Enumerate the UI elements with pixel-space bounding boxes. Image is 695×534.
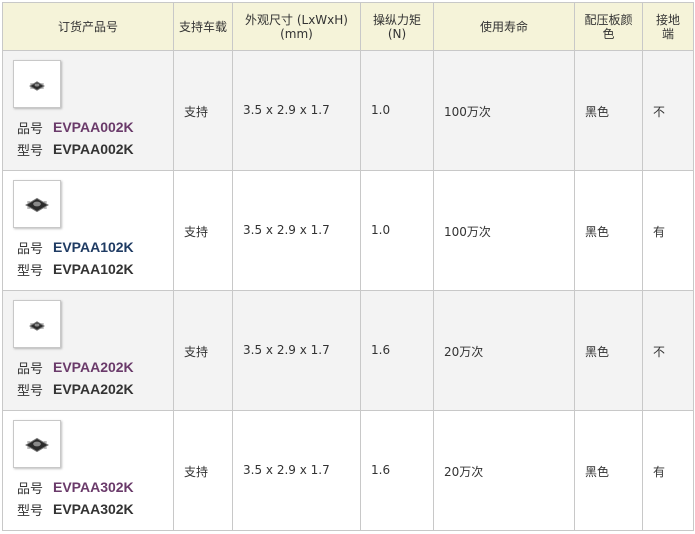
pin-link[interactable]: EVPAA102K xyxy=(53,239,134,255)
switch-icon xyxy=(29,81,45,91)
plate-color-cell: 黑色 xyxy=(574,410,643,531)
model-value: EVPAA102K xyxy=(53,261,134,277)
model-line: 型号 EVPAA102K xyxy=(17,258,173,280)
pin-line: 品号 EVPAA102K xyxy=(17,236,173,258)
product-thumbnail[interactable] xyxy=(13,300,61,348)
dimensions-cell: 3.5 x 2.9 x 1.7 xyxy=(232,290,361,411)
car-support-value: 支持 xyxy=(184,105,209,119)
ground-terminal-cell: 有 xyxy=(642,410,694,531)
life-cell: 100万次 xyxy=(433,170,575,291)
header-force: 操纵力矩 (N) xyxy=(360,2,434,51)
header-ground-terminal: 接地端 xyxy=(642,2,694,51)
dimensions-value: 3.5 x 2.9 x 1.7 xyxy=(243,103,330,117)
model-line: 型号 EVPAA002K xyxy=(17,138,173,160)
force-value: 1.0 xyxy=(371,103,391,117)
model-line: 型号 EVPAA202K xyxy=(17,378,173,400)
force-value: 1.0 xyxy=(371,223,391,237)
table-header-row: 订货产品号 支持车载 外观尺寸 (LxWxH) (mm) 操纵力矩 (N) 使用… xyxy=(2,2,694,51)
ground-terminal-value: 不 xyxy=(653,105,666,119)
product-table: 订货产品号 支持车载 外观尺寸 (LxWxH) (mm) 操纵力矩 (N) 使用… xyxy=(2,2,694,531)
switch-icon xyxy=(29,321,45,331)
life-value: 100万次 xyxy=(444,225,491,239)
car-support-cell: 支持 xyxy=(173,410,233,531)
switch-icon xyxy=(25,437,49,453)
life-value: 100万次 xyxy=(444,105,491,119)
header-plate-color: 配压板颜色 xyxy=(574,2,643,51)
pin-link[interactable]: EVPAA302K xyxy=(53,479,134,495)
pin-label: 品号 xyxy=(17,481,44,497)
pin-line: 品号 EVPAA302K xyxy=(17,476,173,498)
car-support-value: 支持 xyxy=(184,345,209,359)
product-cell: 品号 EVPAA202K 型号 EVPAA202K xyxy=(2,290,174,411)
life-cell: 100万次 xyxy=(433,50,575,171)
dimensions-cell: 3.5 x 2.9 x 1.7 xyxy=(232,410,361,531)
pin-line: 品号 EVPAA002K xyxy=(17,116,173,138)
switch-icon xyxy=(25,197,49,213)
table-row: 品号 EVPAA202K 型号 EVPAA202K 支持 3.5 x 2.9 x… xyxy=(2,290,694,411)
table-row: 品号 EVPAA102K 型号 EVPAA102K 支持 3.5 x 2.9 x… xyxy=(2,170,694,291)
plate-color-cell: 黑色 xyxy=(574,170,643,291)
pin-line: 品号 EVPAA202K xyxy=(17,356,173,378)
ground-terminal-value: 有 xyxy=(653,465,666,479)
product-thumbnail[interactable] xyxy=(13,60,61,108)
pin-link[interactable]: EVPAA002K xyxy=(53,119,134,135)
plate-color-value: 黑色 xyxy=(585,225,610,239)
ground-terminal-value: 有 xyxy=(653,225,666,239)
table-row: 品号 EVPAA302K 型号 EVPAA302K 支持 3.5 x 2.9 x… xyxy=(2,410,694,531)
header-life: 使用寿命 xyxy=(433,2,575,51)
force-cell: 1.6 xyxy=(360,290,434,411)
product-cell: 品号 EVPAA302K 型号 EVPAA302K xyxy=(2,410,174,531)
model-label: 型号 xyxy=(17,383,44,399)
header-car-support: 支持车载 xyxy=(173,2,233,51)
dimensions-value: 3.5 x 2.9 x 1.7 xyxy=(243,463,330,477)
life-cell: 20万次 xyxy=(433,410,575,531)
header-dimensions: 外观尺寸 (LxWxH) (mm) xyxy=(232,2,361,51)
ground-terminal-cell: 不 xyxy=(642,50,694,171)
model-line: 型号 EVPAA302K xyxy=(17,498,173,520)
pin-label: 品号 xyxy=(17,241,44,257)
header-product-no: 订货产品号 xyxy=(2,2,174,51)
force-value: 1.6 xyxy=(371,343,391,357)
life-value: 20万次 xyxy=(444,345,484,359)
force-cell: 1.6 xyxy=(360,410,434,531)
life-cell: 20万次 xyxy=(433,290,575,411)
car-support-cell: 支持 xyxy=(173,170,233,291)
plate-color-cell: 黑色 xyxy=(574,290,643,411)
model-value: EVPAA002K xyxy=(53,141,134,157)
car-support-cell: 支持 xyxy=(173,50,233,171)
dimensions-cell: 3.5 x 2.9 x 1.7 xyxy=(232,50,361,171)
pin-link[interactable]: EVPAA202K xyxy=(53,359,134,375)
dimensions-value: 3.5 x 2.9 x 1.7 xyxy=(243,343,330,357)
life-value: 20万次 xyxy=(444,465,484,479)
model-value: EVPAA202K xyxy=(53,381,134,397)
pin-label: 品号 xyxy=(17,121,44,137)
car-support-cell: 支持 xyxy=(173,290,233,411)
ground-terminal-cell: 有 xyxy=(642,170,694,291)
model-label: 型号 xyxy=(17,503,44,519)
model-label: 型号 xyxy=(17,263,44,279)
force-value: 1.6 xyxy=(371,463,391,477)
car-support-value: 支持 xyxy=(184,465,209,479)
product-cell: 品号 EVPAA002K 型号 EVPAA002K xyxy=(2,50,174,171)
dimensions-cell: 3.5 x 2.9 x 1.7 xyxy=(232,170,361,291)
table-row: 品号 EVPAA002K 型号 EVPAA002K 支持 3.5 x 2.9 x… xyxy=(2,50,694,171)
model-value: EVPAA302K xyxy=(53,501,134,517)
plate-color-value: 黑色 xyxy=(585,105,610,119)
car-support-value: 支持 xyxy=(184,225,209,239)
plate-color-value: 黑色 xyxy=(585,465,610,479)
product-thumbnail[interactable] xyxy=(13,420,61,468)
plate-color-value: 黑色 xyxy=(585,345,610,359)
ground-terminal-value: 不 xyxy=(653,345,666,359)
force-cell: 1.0 xyxy=(360,50,434,171)
table-body: 品号 EVPAA002K 型号 EVPAA002K 支持 3.5 x 2.9 x… xyxy=(2,50,694,531)
product-cell: 品号 EVPAA102K 型号 EVPAA102K xyxy=(2,170,174,291)
ground-terminal-cell: 不 xyxy=(642,290,694,411)
product-thumbnail[interactable] xyxy=(13,180,61,228)
pin-label: 品号 xyxy=(17,361,44,377)
dimensions-value: 3.5 x 2.9 x 1.7 xyxy=(243,223,330,237)
model-label: 型号 xyxy=(17,143,44,159)
force-cell: 1.0 xyxy=(360,170,434,291)
plate-color-cell: 黑色 xyxy=(574,50,643,171)
